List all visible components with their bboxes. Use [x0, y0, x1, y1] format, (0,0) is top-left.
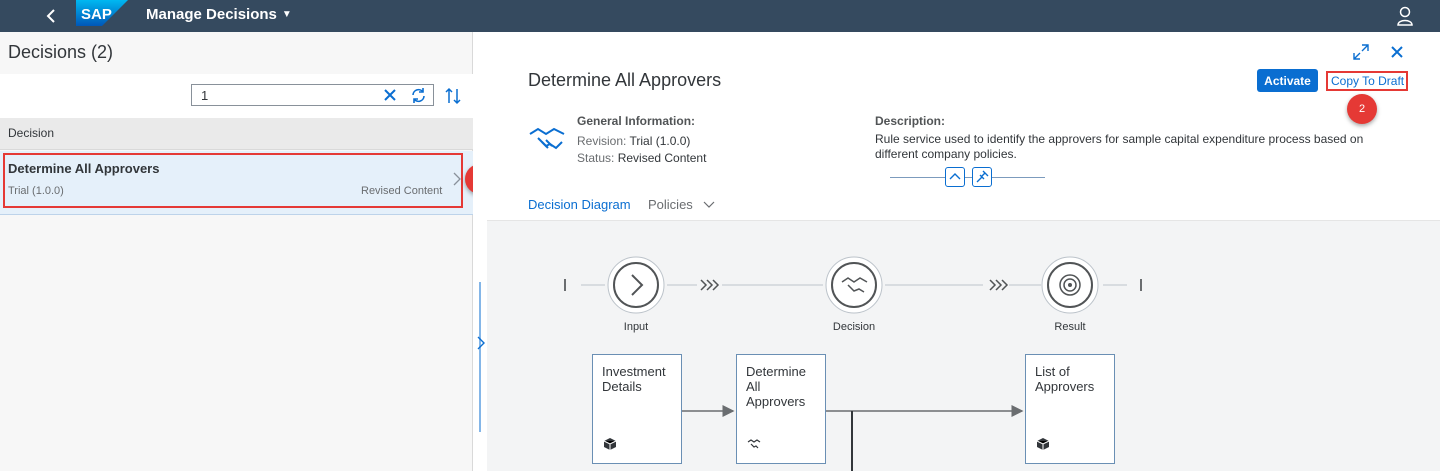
column-header: Decision [0, 118, 473, 150]
handshake-icon [747, 439, 761, 449]
stage-label-input: Input [623, 321, 649, 333]
master-toolbar: 1 [0, 74, 473, 118]
search-value[interactable]: 1 [201, 88, 208, 103]
general-info-title: General Information: [577, 114, 696, 128]
tab-policies-label[interactable]: Policies [648, 197, 693, 212]
diagram-box-list-of-approvers[interactable]: List of Approvers [1025, 354, 1115, 464]
fullscreen-icon[interactable] [1353, 44, 1369, 60]
collapse-header-button[interactable] [945, 167, 965, 187]
stage-label-result: Result [1054, 321, 1086, 333]
status-label: Status: [577, 151, 615, 165]
revision-line: Revision: Trial (1.0.0) [577, 134, 690, 148]
handshake-icon [529, 127, 565, 150]
decision-stage-icon [825, 256, 883, 314]
tab-decision-diagram[interactable]: Decision Diagram [528, 197, 631, 212]
refresh-icon[interactable] [410, 87, 427, 104]
app-title-text[interactable]: Manage Decisions [146, 6, 277, 23]
tab-policies[interactable]: Policies [648, 197, 716, 212]
box-label: List of Approvers [1035, 364, 1095, 394]
diagram-box-determine-all-approvers[interactable]: Determine All Approvers [736, 354, 826, 464]
detail-panel: Determine All Approvers Activate Copy To… [487, 32, 1440, 471]
user-icon[interactable] [1395, 5, 1415, 27]
stage-label-decision: Decision [832, 321, 876, 333]
status-line: Status: Revised Content [577, 151, 706, 165]
input-stage-icon [607, 256, 665, 314]
back-icon[interactable] [40, 4, 64, 28]
chevron-right-icon[interactable] [475, 335, 487, 351]
header-divider [890, 177, 1045, 178]
logo-text: SAP [81, 6, 112, 23]
pin-header-button[interactable] [972, 167, 992, 187]
close-icon[interactable] [1389, 44, 1405, 60]
revision-value: Trial (1.0.0) [629, 134, 691, 148]
list-item[interactable]: Determine All Approvers Trial (1.0.0) Re… [0, 151, 473, 215]
sort-icon[interactable] [444, 86, 462, 106]
app-title[interactable]: Manage Decisions ▼ [146, 6, 292, 23]
master-panel: Decisions (2) 1 Decision Determine All A… [0, 32, 473, 471]
description-title: Description: [875, 114, 946, 128]
master-title: Decisions (2) [8, 42, 114, 62]
step-marker-2: 2 [1347, 94, 1377, 124]
description-text: Rule service used to identify the approv… [875, 132, 1364, 161]
copy-to-draft-button[interactable]: Copy To Draft [1328, 71, 1407, 91]
status-value: Revised Content [617, 151, 707, 165]
triple-chevron-icon [989, 279, 1009, 291]
list-item-revision: Trial (1.0.0) [8, 185, 64, 197]
cube-icon [603, 438, 617, 450]
activate-button[interactable]: Activate [1257, 69, 1318, 92]
box-label: Determine All Approvers [746, 364, 806, 409]
list-item-status: Revised Content [361, 185, 443, 197]
revision-label: Revision: [577, 134, 627, 148]
triple-chevron-icon [700, 279, 720, 291]
shell-bar: SAP Manage Decisions ▼ [0, 0, 1440, 32]
search-field[interactable]: 1 [191, 84, 434, 106]
caret-down-icon[interactable]: ▼ [282, 9, 292, 20]
diagram-box-investment-details[interactable]: Investment Details [592, 354, 682, 464]
clear-icon[interactable] [382, 87, 398, 103]
box-label: Investment Details [602, 364, 666, 394]
result-stage-icon [1041, 256, 1099, 314]
splitter[interactable] [473, 32, 487, 471]
splitter-bar[interactable] [479, 282, 481, 432]
list-item-name: Determine All Approvers [8, 161, 160, 176]
cube-icon [1036, 438, 1050, 450]
chevron-right-icon [453, 172, 461, 186]
sap-logo[interactable]: SAP [76, 0, 128, 26]
detail-title: Determine All Approvers [528, 70, 722, 90]
chevron-up-icon [949, 173, 961, 180]
column-header-label: Decision [8, 126, 55, 140]
chevron-down-icon[interactable] [702, 199, 716, 209]
decision-diagram: Input Decision Result Investment Details… [487, 220, 1440, 471]
pin-icon [976, 170, 989, 183]
